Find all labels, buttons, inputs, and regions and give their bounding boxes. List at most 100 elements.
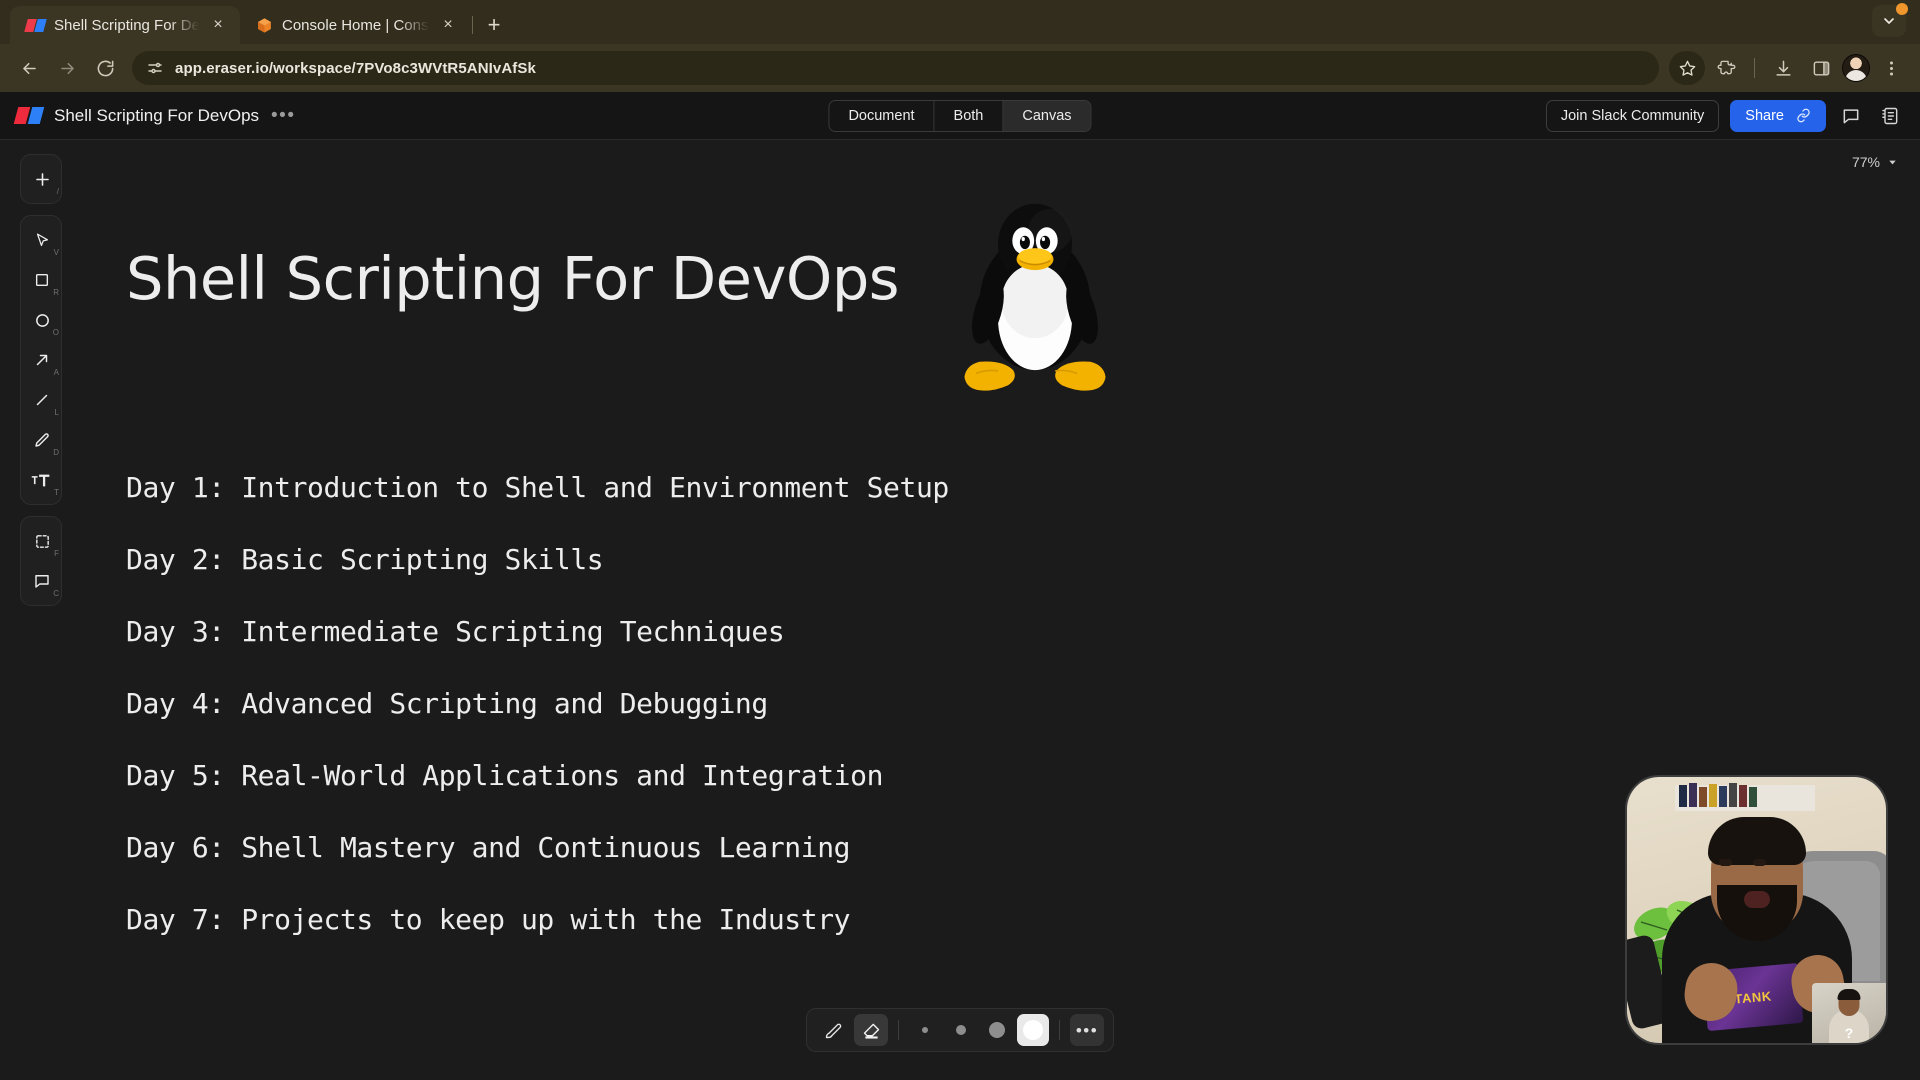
frame-icon (35, 534, 49, 548)
browser-window: Shell Scripting For DevOps — × Console H… (0, 0, 1920, 1080)
tab-both[interactable]: Both (934, 100, 1004, 131)
size-dot (922, 1027, 928, 1033)
site-settings-icon[interactable] (146, 59, 164, 77)
arrow-icon (36, 354, 48, 366)
browser-tab-eraser[interactable]: Shell Scripting For DevOps — × (10, 6, 240, 44)
tool-rail: / V R O A L D T F C (20, 154, 62, 606)
app-header: Shell Scripting For DevOps ••• Document … (0, 92, 1920, 140)
ellipse-tool[interactable]: O (21, 300, 63, 340)
eraser-logo (13, 107, 44, 124)
eraser-icon (863, 1023, 879, 1039)
person-eye-left (1719, 859, 1732, 866)
zoom-level-label: 77% (1851, 154, 1880, 170)
comment-bubble-icon (35, 575, 49, 588)
download-icon[interactable] (1766, 51, 1800, 85)
back-arrow-icon[interactable] (12, 51, 46, 85)
pen-toolbar: ••• (806, 1008, 1114, 1052)
browser-tab-aws-console[interactable]: Console Home | Console Hom × (240, 6, 470, 44)
arrow-tool[interactable]: A (21, 340, 63, 380)
close-icon[interactable]: × (438, 15, 458, 35)
tab-title: Console Home | Console Hom (282, 16, 429, 34)
stroke-size-xs[interactable] (909, 1014, 941, 1046)
text-tool[interactable]: T (21, 460, 63, 500)
package-label: TANK (1733, 987, 1773, 1007)
shortcut-label: D (53, 448, 59, 457)
canvas-area[interactable]: / V R O A L D T F C 77% Shell Scripting … (0, 140, 1920, 1080)
shortcut-label: R (53, 288, 59, 297)
size-dot (1023, 1020, 1043, 1040)
document-title: Shell Scripting For DevOps (126, 244, 900, 313)
list-item: Day 2: Basic Scripting Skills (126, 543, 604, 576)
shape-tool-group: V R O A L D T (20, 215, 62, 505)
title-menu-button[interactable]: ••• (271, 106, 295, 125)
header-actions: Join Slack Community Share (1545, 99, 1904, 132)
comment-tool[interactable]: C (21, 561, 63, 601)
webcam-thumbnail[interactable]: ? (1812, 983, 1886, 1043)
stroke-size-m[interactable] (981, 1014, 1013, 1046)
plus-icon (35, 172, 49, 186)
stroke-size-s[interactable] (945, 1014, 977, 1046)
share-button[interactable]: Share (1730, 99, 1826, 132)
pencil-icon (35, 433, 49, 447)
circle-icon (35, 313, 49, 327)
notification-dot (1896, 3, 1908, 15)
line-tool[interactable]: L (21, 380, 63, 420)
books (1679, 783, 1757, 807)
shortcut-label: T (54, 488, 59, 497)
pen-icon (825, 1023, 841, 1038)
shortcut-label: A (53, 368, 59, 377)
draw-tool[interactable]: D (21, 420, 63, 460)
eraser-favicon (24, 18, 47, 32)
profile-avatar[interactable] (1842, 54, 1870, 82)
thumbnail-badge: ? (1844, 1025, 1854, 1041)
link-icon (1797, 108, 1810, 123)
new-tab-button[interactable]: + (479, 10, 509, 40)
size-dot (956, 1025, 966, 1035)
tab-divider (472, 16, 473, 34)
chevron-down-icon (1889, 160, 1896, 164)
forward-arrow-icon[interactable] (50, 51, 84, 85)
line-icon (36, 394, 48, 406)
list-item: Day 1: Introduction to Shell and Environ… (126, 471, 949, 504)
select-tool[interactable]: V (21, 220, 63, 260)
zoom-control[interactable]: 77% (1852, 154, 1898, 170)
rectangle-tool[interactable]: R (21, 260, 63, 300)
close-icon[interactable]: × (208, 15, 228, 35)
pen-tool-button[interactable] (816, 1014, 850, 1046)
shortcut-label: C (53, 589, 59, 598)
tab-document[interactable]: Document (829, 100, 935, 131)
reload-icon[interactable] (88, 51, 122, 85)
navigation-bar: app.eraser.io/workspace/7PVo8c3WVtR5ANIv… (0, 44, 1920, 92)
side-panel-icon[interactable] (1804, 51, 1838, 85)
person-mouth (1743, 891, 1770, 908)
url-text: app.eraser.io/workspace/7PVo8c3WVtR5ANIv… (175, 59, 536, 77)
webcam-overlay[interactable]: TANK ? (1625, 775, 1888, 1045)
eraser-tool-button[interactable] (854, 1014, 888, 1046)
list-item: Day 4: Advanced Scripting and Debugging (126, 687, 768, 720)
pen-more-button[interactable]: ••• (1070, 1014, 1104, 1046)
add-tool[interactable]: / (21, 159, 63, 199)
toolbar-divider (1059, 1020, 1060, 1040)
nav-divider (1754, 58, 1755, 78)
tab-strip: Shell Scripting For DevOps — × Console H… (0, 0, 1920, 44)
shortcut-label: / (56, 187, 59, 196)
list-item: Day 3: Intermediate Scripting Techniques (126, 615, 785, 648)
window-chevron-down-icon[interactable] (1872, 3, 1908, 37)
kebab-menu-icon[interactable] (1874, 51, 1908, 85)
page-title: Shell Scripting For DevOps (54, 105, 260, 125)
join-slack-community-button[interactable]: Join Slack Community (1545, 99, 1720, 132)
bookmark-star-icon[interactable] (1669, 51, 1705, 85)
extensions-puzzle-icon[interactable] (1709, 51, 1743, 85)
tux-linux-penguin-icon (964, 203, 1106, 391)
person-eye-right (1753, 859, 1766, 866)
square-icon (35, 273, 49, 287)
stroke-size-l[interactable] (1017, 1014, 1049, 1046)
frame-tool[interactable]: F (21, 521, 63, 561)
cursor-icon (36, 232, 48, 246)
tab-canvas[interactable]: Canvas (1003, 100, 1091, 131)
notes-icon[interactable] (1876, 102, 1904, 130)
address-bar[interactable]: app.eraser.io/workspace/7PVo8c3WVtR5ANIv… (132, 51, 1659, 85)
comment-icon[interactable] (1837, 102, 1865, 130)
toolbar-divider (898, 1020, 899, 1040)
add-tool-group: / (20, 154, 62, 204)
